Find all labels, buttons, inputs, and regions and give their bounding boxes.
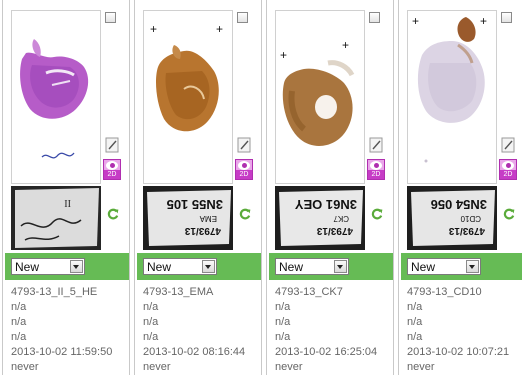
- meta-field: n/a: [143, 316, 159, 328]
- meta-field: n/a: [11, 331, 27, 343]
- status-select[interactable]: New: [275, 258, 349, 275]
- meta-field: n/a: [143, 331, 159, 343]
- status-select[interactable]: New: [11, 258, 85, 275]
- slide-name: 4793-13_CK7: [275, 286, 343, 298]
- meta-field: n/a: [407, 301, 423, 313]
- slide-name: 4793-13_CD10: [407, 286, 482, 298]
- slide-name: 4793-13_II_5_HE: [11, 286, 98, 298]
- last-viewed: never: [275, 361, 303, 373]
- view-2d-badge[interactable]: 2D: [103, 159, 121, 180]
- meta-field: n/a: [143, 301, 159, 313]
- label-photo-text: II: [64, 197, 71, 208]
- view-2d-badge[interactable]: 2D: [499, 159, 517, 180]
- label-photo-text: CD10: [460, 214, 481, 223]
- slide-meta: 4793-13_CD10 n/a n/a n/a 2013-10-02 10:0…: [407, 285, 509, 375]
- slide-date: 2013-10-02 08:16:44: [143, 346, 246, 358]
- slide-date: 2013-10-02 10:07:21: [407, 346, 510, 358]
- svg-text:+: +: [480, 14, 487, 28]
- chevron-down-icon[interactable]: [70, 260, 83, 273]
- slide-date: 2013-10-02 16:25:04: [275, 346, 378, 358]
- label-photo-text: EMA: [199, 214, 217, 223]
- chevron-down-icon[interactable]: [202, 260, 215, 273]
- refresh-icon[interactable]: [107, 208, 119, 220]
- slide-thumbnail[interactable]: + +: [275, 10, 365, 184]
- meta-field: n/a: [275, 331, 291, 343]
- chevron-down-icon[interactable]: [466, 260, 479, 273]
- slide-label-photo: 4793/13 CK7 3N61 OEY: [275, 186, 365, 250]
- label-photo-text: 3N61 OEY: [295, 197, 357, 212]
- eye-icon: [370, 161, 382, 170]
- slide-name: 4793-13_EMA: [143, 286, 214, 298]
- edit-note-icon[interactable]: [237, 137, 251, 153]
- svg-text:+: +: [280, 48, 287, 62]
- eye-icon: [502, 161, 514, 170]
- eye-icon: [238, 161, 250, 170]
- status-select[interactable]: New: [143, 258, 217, 275]
- meta-field: n/a: [275, 316, 291, 328]
- select-checkbox[interactable]: [237, 12, 248, 23]
- slide-meta: 4793-13_II_5_HE n/a n/a n/a 2013-10-02 1…: [11, 285, 112, 375]
- label-photo-text: CK7: [333, 214, 349, 223]
- edit-note-icon[interactable]: [105, 137, 119, 153]
- slide-label-photo: 4793/13 CD10 3N54 056: [407, 186, 497, 250]
- meta-field: n/a: [11, 301, 27, 313]
- status-bar: New: [401, 253, 522, 280]
- view-2d-badge[interactable]: 2D: [235, 159, 253, 180]
- svg-text:+: +: [150, 22, 157, 36]
- slide-thumbnail[interactable]: + +: [143, 10, 233, 184]
- view-2d-badge[interactable]: 2D: [367, 159, 385, 180]
- eye-icon: [106, 161, 118, 170]
- svg-text:+: +: [412, 14, 419, 28]
- meta-field: n/a: [407, 331, 423, 343]
- slide-card[interactable]: + + 2D 4793/13 CD10 3N54 056 New 4793-13…: [398, 0, 522, 375]
- meta-field: n/a: [407, 316, 423, 328]
- refresh-icon[interactable]: [371, 208, 383, 220]
- slide-thumbnail[interactable]: [11, 10, 101, 184]
- slide-meta: 4793-13_CK7 n/a n/a n/a 2013-10-02 16:25…: [275, 285, 377, 375]
- status-bar: New: [137, 253, 261, 280]
- select-checkbox[interactable]: [501, 12, 512, 23]
- slide-meta: 4793-13_EMA n/a n/a n/a 2013-10-02 08:16…: [143, 285, 245, 375]
- last-viewed: never: [407, 361, 435, 373]
- status-bar: New: [5, 253, 129, 280]
- select-checkbox[interactable]: [105, 12, 116, 23]
- refresh-icon[interactable]: [239, 208, 251, 220]
- svg-text:+: +: [342, 38, 349, 52]
- slide-card[interactable]: + + 2D 4793/13 CK7 3N61 OEY New 4793-13_…: [266, 0, 394, 375]
- meta-field: n/a: [275, 301, 291, 313]
- slide-label-photo: II: [11, 186, 101, 250]
- last-viewed: never: [11, 361, 39, 373]
- label-photo-text: 4793/13: [316, 225, 353, 236]
- last-viewed: never: [143, 361, 171, 373]
- label-photo-text: 4793/13: [184, 225, 221, 236]
- label-photo-text: 4793/13: [448, 225, 485, 236]
- slide-date: 2013-10-02 11:59:50: [11, 346, 113, 358]
- meta-field: n/a: [11, 316, 27, 328]
- label-photo-text: 3N54 056: [431, 197, 487, 212]
- svg-text:+: +: [216, 22, 223, 36]
- slide-card[interactable]: 2D II New 4793-13_II_5_HE n/a n/a n/a 20…: [2, 0, 130, 375]
- slide-thumbnail[interactable]: + +: [407, 10, 497, 184]
- edit-note-icon[interactable]: [369, 137, 383, 153]
- refresh-icon[interactable]: [503, 208, 515, 220]
- chevron-down-icon[interactable]: [334, 260, 347, 273]
- select-checkbox[interactable]: [369, 12, 380, 23]
- edit-note-icon[interactable]: [501, 137, 515, 153]
- status-bar: New: [269, 253, 393, 280]
- status-select[interactable]: New: [407, 258, 481, 275]
- slide-label-photo: 4793/13 EMA 3N55 105: [143, 186, 233, 250]
- label-photo-text: 3N55 105: [167, 197, 223, 212]
- slide-card[interactable]: + + 2D 4793/13 EMA 3N55 105 New 4793-13_…: [134, 0, 262, 375]
